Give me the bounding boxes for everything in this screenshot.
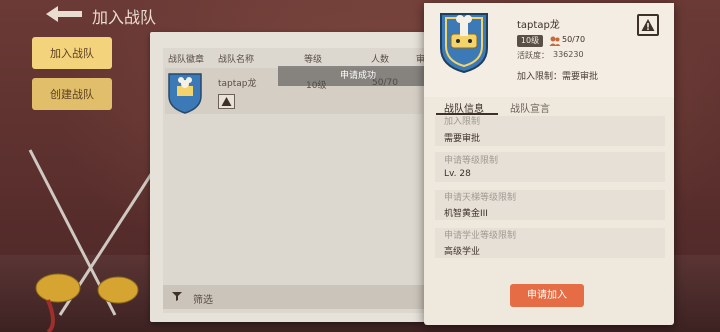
activity-label: 活跃度： — [517, 51, 549, 60]
warning-icon — [641, 19, 655, 31]
column-header-name: 战队名称 — [218, 55, 255, 65]
info-value-ladder-restriction: 机智黄金III — [444, 209, 488, 219]
info-value-join-restriction: 需要审批 — [444, 134, 481, 144]
tab-create-team[interactable]: 创建战队 — [32, 78, 112, 110]
join-restriction-value: 需要审批 — [562, 72, 599, 82]
info-label-join-restriction: 加入限制 — [444, 117, 481, 127]
report-warning-button[interactable] — [637, 14, 659, 36]
team-members-count: 50/70 — [562, 35, 586, 44]
filter-label[interactable]: 筛选 — [193, 291, 213, 306]
members-icon — [549, 36, 561, 46]
apply-join-button[interactable]: 申请加入 — [510, 284, 584, 307]
filter-icon[interactable] — [171, 290, 183, 302]
column-header-badge: 战队徽章 — [168, 55, 205, 65]
page-title: 加入战队 — [92, 8, 157, 27]
info-value-academic-restriction: 高级学业 — [444, 247, 481, 257]
info-value-level-restriction: Lv. 28 — [444, 169, 471, 179]
team-emblem-icon — [440, 13, 488, 74]
team-name: taptap龙 — [517, 20, 560, 31]
tab-join-team[interactable]: 加入战队 — [32, 37, 112, 69]
team-emblem-icon — [168, 73, 202, 114]
tab-team-declaration[interactable]: 战队宣言 — [510, 100, 550, 115]
info-label-academic-restriction: 申请学业等级限制 — [444, 231, 517, 241]
toast-message: 申请成功 — [278, 66, 438, 86]
back-arrow-icon[interactable] — [44, 4, 84, 24]
join-restriction-label: 加入限制： — [517, 72, 563, 82]
activity-value: 336230 — [553, 50, 584, 59]
warning-icon[interactable] — [218, 94, 235, 109]
row-team-name: taptap龙 — [218, 79, 257, 89]
column-header-level: 等级 — [304, 55, 323, 65]
info-label-level-restriction: 申请等级限制 — [444, 156, 499, 166]
column-header-members: 人数 — [371, 55, 390, 65]
team-level-badge: 10级 — [517, 35, 543, 47]
info-label-ladder-restriction: 申请天梯等级限制 — [444, 193, 517, 203]
